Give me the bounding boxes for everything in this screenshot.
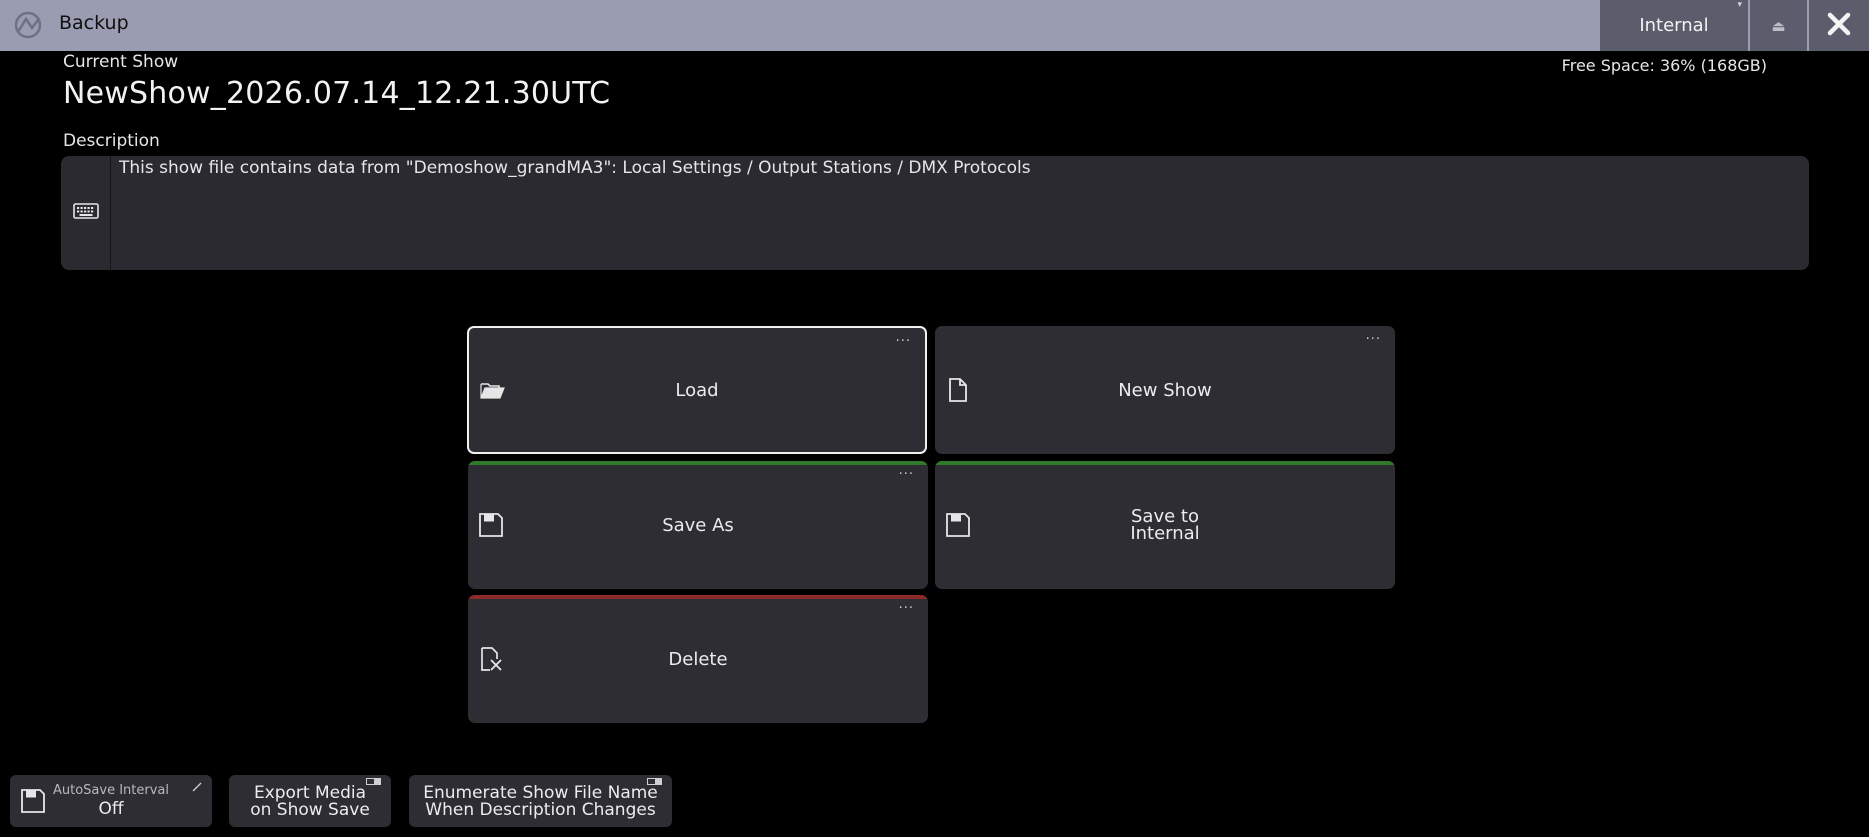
autosave-interval-button[interactable]: AutoSave Interval Off (10, 775, 212, 827)
close-button[interactable] (1809, 0, 1869, 51)
close-icon (1827, 12, 1851, 40)
show-name: NewShow_2026.07.14_12.21.30UTC (63, 76, 611, 111)
enumerate-line2: When Description Changes (425, 800, 656, 820)
autosave-value: Off (98, 799, 124, 819)
export-media-toggle[interactable]: Export Media on Show Save (229, 775, 391, 827)
drive-select-button[interactable]: Internal ▾ (1600, 0, 1748, 51)
save-to-internal-line2: Internal (1130, 523, 1200, 544)
more-options-icon[interactable]: ··· (1366, 332, 1381, 347)
dropdown-arrow-icon: ▾ (1737, 0, 1742, 10)
current-show-label: Current Show (63, 52, 179, 72)
load-button[interactable]: Load ··· (467, 326, 927, 454)
load-label: Load (675, 379, 719, 401)
more-options-icon[interactable]: ··· (899, 467, 914, 482)
new-show-label: New Show (1118, 379, 1212, 401)
keyboard-button[interactable] (61, 156, 111, 270)
delete-button[interactable]: Delete ··· (468, 595, 928, 723)
save-as-label: Save As (662, 514, 734, 536)
save-to-internal-button[interactable]: Save to Internal (935, 461, 1395, 589)
save-as-button[interactable]: Save As ··· (468, 461, 928, 589)
description-label: Description (63, 131, 160, 151)
more-options-icon[interactable]: ··· (899, 601, 914, 616)
autosave-title: AutoSave Interval (52, 783, 169, 798)
enumerate-show-name-toggle[interactable]: Enumerate Show File Name When Descriptio… (409, 775, 672, 827)
delete-label: Delete (668, 648, 728, 670)
drive-label: Internal (1639, 15, 1709, 36)
new-show-button[interactable]: New Show ··· (935, 326, 1395, 454)
app-logo-icon (12, 10, 44, 40)
export-media-line2: on Show Save (250, 800, 370, 820)
title-bar: Backup Internal ▾ ⏏ (0, 0, 1869, 51)
description-field[interactable]: This show file contains data from "Demos… (61, 156, 1809, 270)
description-text: This show file contains data from "Demos… (119, 158, 1031, 178)
eject-button[interactable]: ⏏ (1750, 0, 1807, 51)
keyboard-icon (72, 203, 99, 223)
save-to-internal-label: Save to Internal (935, 461, 1395, 589)
more-options-icon[interactable]: ··· (896, 334, 911, 349)
eject-icon: ⏏ (1771, 16, 1786, 35)
free-space-readout: Free Space: 36% (168GB) (1561, 56, 1767, 75)
toggle-indicator-icon (366, 778, 381, 785)
window-title: Backup (59, 12, 129, 34)
